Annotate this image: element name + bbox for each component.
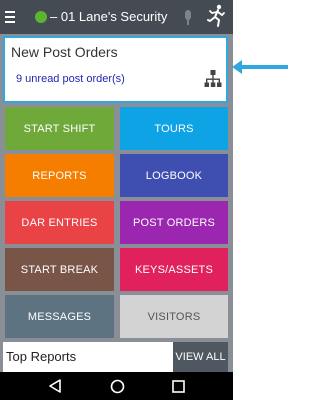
hierarchy-icon (204, 70, 222, 87)
recents-square-icon[interactable] (163, 372, 193, 400)
card-title: New Post Orders (11, 44, 118, 60)
tile-tours[interactable]: TOURS (120, 107, 228, 150)
pointer-arrow-icon (232, 60, 288, 74)
microphone-icon[interactable] (184, 10, 192, 25)
running-person-icon[interactable] (206, 4, 226, 28)
tile-visitors[interactable]: VISITORS (120, 295, 228, 338)
android-nav-bar (0, 372, 233, 400)
tile-start-break[interactable]: START BREAK (5, 248, 114, 291)
tile-post-orders[interactable]: POST ORDERS (120, 201, 228, 244)
tile-keys-assets[interactable]: KEYS/ASSETS (120, 248, 228, 291)
tile-start-shift[interactable]: START SHIFT (5, 107, 114, 150)
tile-reports[interactable]: REPORTS (5, 154, 114, 197)
app-screen: – 01 Lane's Security New Post Orders 9 u… (0, 0, 233, 400)
top-reports-bar: Top Reports (3, 342, 173, 372)
hamburger-menu-icon[interactable] (5, 11, 15, 23)
view-all-button[interactable]: VIEW ALL (173, 342, 228, 372)
tile-logbook[interactable]: LOGBOOK (120, 154, 228, 197)
home-circle-icon[interactable] (102, 372, 132, 400)
status-indicator-icon (35, 11, 47, 23)
new-post-orders-card[interactable]: New Post Orders 9 unread post order(s) (3, 36, 228, 103)
back-triangle-icon[interactable] (40, 372, 70, 400)
app-header: – 01 Lane's Security (0, 0, 233, 34)
app-title: – 01 Lane's Security (50, 9, 168, 24)
unread-count-text: 9 unread post order(s) (16, 73, 125, 85)
tile-dar-entries[interactable]: DAR ENTRIES (5, 201, 114, 244)
top-reports-title: Top Reports (6, 349, 77, 364)
tile-messages[interactable]: MESSAGES (5, 295, 114, 338)
